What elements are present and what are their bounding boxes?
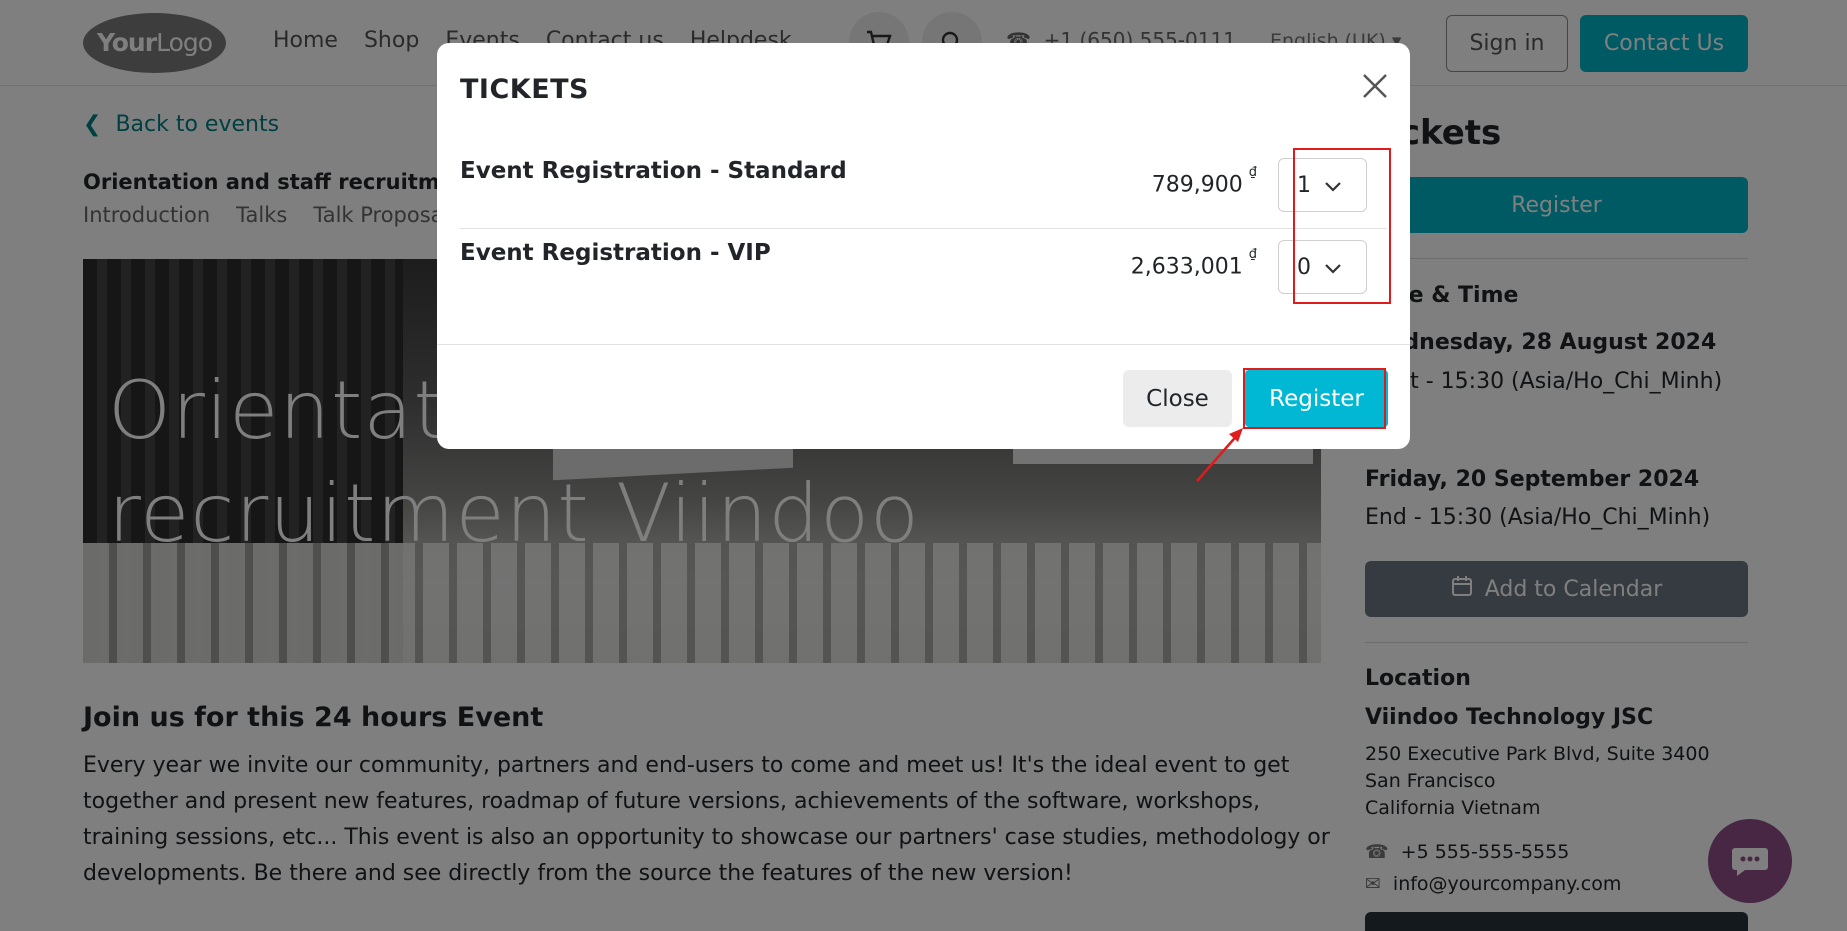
modal-title: TICKETS: [460, 74, 590, 105]
ticket-name: Event Registration - VIP: [460, 240, 771, 266]
chevron-down-icon: [1325, 255, 1341, 280]
ticket-name: Event Registration - Standard: [460, 158, 847, 184]
chevron-down-icon: [1325, 173, 1341, 198]
register-button[interactable]: Register: [1245, 370, 1388, 427]
ticket-row-standard: Event Registration - Standard 789,900 ₫ 1: [460, 158, 1387, 228]
close-button[interactable]: Close: [1123, 370, 1232, 427]
tickets-modal: TICKETS Event Registration - Standard 78…: [437, 43, 1410, 449]
quantity-select[interactable]: 1: [1278, 158, 1367, 212]
ticket-price: 2,633,001 ₫: [1130, 247, 1257, 280]
divider: [437, 344, 1410, 345]
divider: [460, 228, 1387, 229]
ticket-price: 789,900 ₫: [1151, 165, 1257, 198]
quantity-select[interactable]: 0: [1278, 240, 1367, 294]
close-icon[interactable]: [1360, 71, 1390, 101]
ticket-row-vip: Event Registration - VIP 2,633,001 ₫ 0: [460, 240, 1387, 310]
